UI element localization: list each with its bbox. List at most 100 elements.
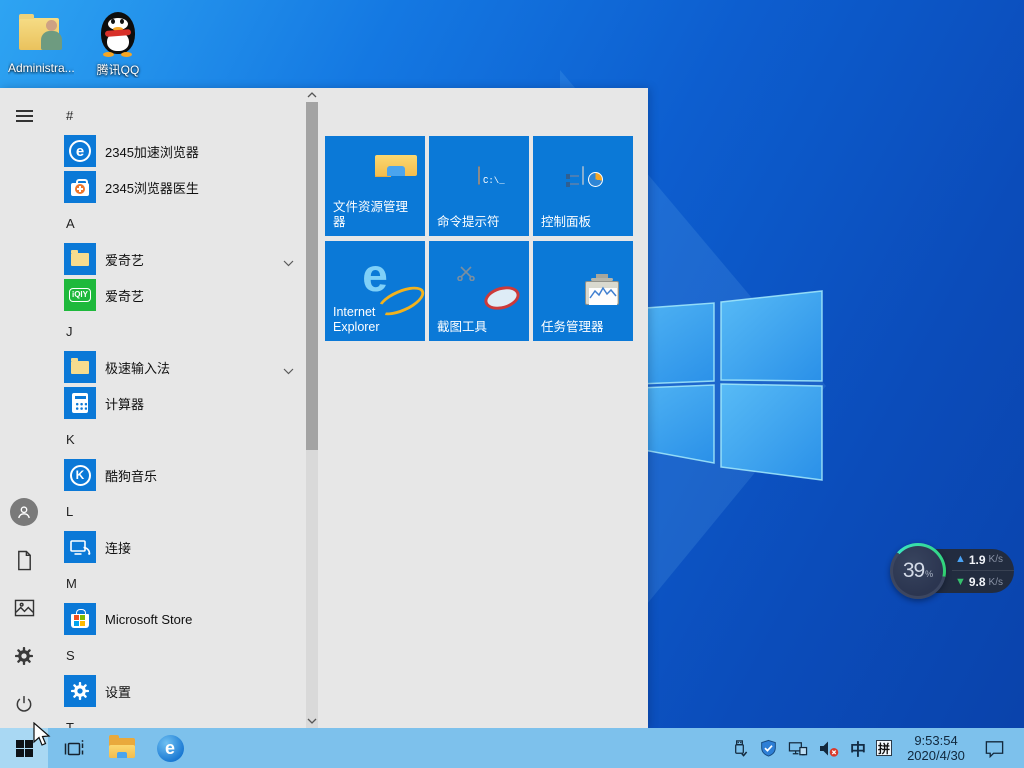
system-tray: 中 拼 9:53:54 2020/4/30 xyxy=(725,728,1024,768)
upload-arrow-icon: ▲ xyxy=(954,553,966,565)
upload-speed-row: ▲ 1.9 K/s xyxy=(952,549,1014,571)
section-letter: # xyxy=(66,107,74,123)
rail-button-expand-start-menu[interactable] xyxy=(0,92,48,140)
app-label: 计算器 xyxy=(105,396,145,412)
download-speed-value: 9.8 xyxy=(968,575,986,589)
task-view-button[interactable] xyxy=(54,728,94,768)
clock[interactable]: 9:53:54 2020/4/30 xyxy=(905,733,967,763)
app-list-item[interactable]: 计算器 xyxy=(48,385,306,421)
app-list-section-header[interactable]: L xyxy=(48,493,306,529)
ime-mode-button[interactable]: 拼 xyxy=(871,728,897,768)
tile-label: 命令提示符 xyxy=(437,215,500,230)
iqiyi-icon: iQIY xyxy=(64,279,96,311)
download-speed-unit: K/s xyxy=(988,576,1003,588)
settings-icon xyxy=(14,646,34,666)
store-icon xyxy=(64,603,96,635)
rail-button-settings[interactable] xyxy=(0,632,48,680)
start-button[interactable] xyxy=(0,728,48,768)
folder-icon xyxy=(109,735,135,758)
app-folder-icon xyxy=(64,243,96,275)
app-list-section-header[interactable]: S xyxy=(48,637,306,673)
app-label: Microsoft Store xyxy=(105,611,193,627)
start-menu-tiles: 文件资源管理器 C:\_ 命令提示符 控制面板 e Internet Explorer … xyxy=(325,136,633,341)
section-letter: J xyxy=(66,323,73,339)
app-list-item[interactable]: Microsoft Store xyxy=(48,601,306,637)
scrollbar-up-arrow[interactable] xyxy=(306,88,318,102)
ime-language-button[interactable]: 中 xyxy=(845,728,871,768)
app-list-item[interactable]: e 2345加速浏览器 xyxy=(48,133,306,169)
rail-button-documents[interactable] xyxy=(0,536,48,584)
browser-2345-button[interactable]: e xyxy=(150,728,190,768)
action-center-button[interactable] xyxy=(979,728,1010,768)
app-label: 2345加速浏览器 xyxy=(105,144,199,160)
app-list-item[interactable]: 2345浏览器医生 xyxy=(48,169,306,205)
kugou-icon: K xyxy=(64,459,96,491)
qq-penguin-icon xyxy=(94,10,142,58)
start-tile[interactable]: e Internet Explorer xyxy=(325,241,429,341)
app-list-item[interactable]: 设置 xyxy=(48,673,306,709)
app-label: 连接 xyxy=(105,540,132,556)
download-speed-row: ▼ 9.8 K/s xyxy=(952,571,1014,593)
app-list-item[interactable]: 极速输入法 xyxy=(48,349,306,385)
rail-button-pictures[interactable] xyxy=(0,584,48,632)
start-tile[interactable]: 控制面板 xyxy=(533,136,633,236)
network-icon xyxy=(788,741,808,755)
scrollbar-thumb[interactable] xyxy=(306,102,318,450)
app-list-section-header[interactable]: K xyxy=(48,421,306,457)
clock-time: 9:53:54 xyxy=(914,733,958,748)
rail-button-power[interactable] xyxy=(0,680,48,728)
net-speed-widget[interactable]: ▲ 1.9 K/s ▼ 9.8 K/s 39 % xyxy=(890,543,1014,599)
app-list-section-header[interactable]: T xyxy=(48,709,306,729)
section-letter: L xyxy=(66,503,74,519)
start-menu: # e 2345加速浏览器 2345浏览器医生 A 爱奇艺 iQIY 爱奇艺 J 极速输入法 计… xyxy=(0,88,648,728)
app-list-scrollbar[interactable] xyxy=(306,88,318,728)
app-label: 酷狗音乐 xyxy=(105,468,158,484)
browser-2345-icon: e xyxy=(64,135,96,167)
desktop-icon-label: Administra... xyxy=(8,61,74,75)
tile-label: Internet Explorer xyxy=(333,304,380,335)
memory-usage-ball[interactable]: 39 % xyxy=(890,543,946,599)
desktop-icon-qq[interactable]: 腾讯QQ xyxy=(85,10,151,78)
volume-muted-tray-button[interactable] xyxy=(813,728,845,768)
tile-label: 任务管理器 xyxy=(541,320,604,335)
file-explorer-button[interactable] xyxy=(102,728,142,768)
doctor-2345-icon xyxy=(64,171,96,203)
app-list-item[interactable]: iQIY 爱奇艺 xyxy=(48,277,306,313)
app-label: 极速输入法 xyxy=(105,360,171,376)
connect-icon xyxy=(64,531,96,563)
ime-chinese-indicator: 中 xyxy=(849,742,866,759)
chevron-down-icon[interactable] xyxy=(283,254,294,272)
scrollbar-down-arrow[interactable] xyxy=(306,714,318,728)
action-center-icon xyxy=(985,741,1004,758)
app-list-section-header[interactable]: J xyxy=(48,313,306,349)
calculator-icon xyxy=(64,387,96,419)
section-letter: K xyxy=(66,431,75,447)
usb-device-tray-button[interactable] xyxy=(725,728,754,768)
windows-logo-icon xyxy=(15,739,33,757)
shield-icon xyxy=(761,739,776,757)
menu-icon xyxy=(15,107,33,125)
usb-icon xyxy=(735,739,748,757)
start-tile[interactable]: 任务管理器 xyxy=(533,241,633,341)
administrator-folder-icon xyxy=(17,10,65,58)
app-list-section-header[interactable]: A xyxy=(48,205,306,241)
app-list-section-header[interactable]: # xyxy=(48,97,306,133)
start-tile[interactable]: 文件资源管理器 xyxy=(325,136,425,236)
desktop: Administra... 腾讯QQ ▲ 1.9 K/s ▼ 9.8 K/s 3… xyxy=(0,0,1024,768)
app-folder-icon xyxy=(64,351,96,383)
upload-speed-unit: K/s xyxy=(988,554,1003,565)
app-list-item[interactable]: K 酷狗音乐 xyxy=(48,457,306,493)
app-list-item[interactable]: 连接 xyxy=(48,529,306,565)
user-icon xyxy=(10,498,38,526)
app-list-section-header[interactable]: M xyxy=(48,565,306,601)
start-tile[interactable]: C:\_ 命令提示符 xyxy=(429,136,529,236)
chevron-down-icon[interactable] xyxy=(283,362,294,380)
security-shield-tray-button[interactable] xyxy=(754,728,783,768)
taskbar: e 中 拼 9:53:54 2020/4/30 xyxy=(0,728,1024,768)
tile-label: 截图工具 xyxy=(437,320,488,335)
network-tray-button[interactable] xyxy=(783,728,813,768)
start-tile[interactable]: 截图工具 xyxy=(429,241,529,341)
rail-button-user-account[interactable] xyxy=(0,488,48,536)
desktop-icon-administrator[interactable]: Administra... xyxy=(8,10,74,75)
app-list-item[interactable]: 爱奇艺 xyxy=(48,241,306,277)
